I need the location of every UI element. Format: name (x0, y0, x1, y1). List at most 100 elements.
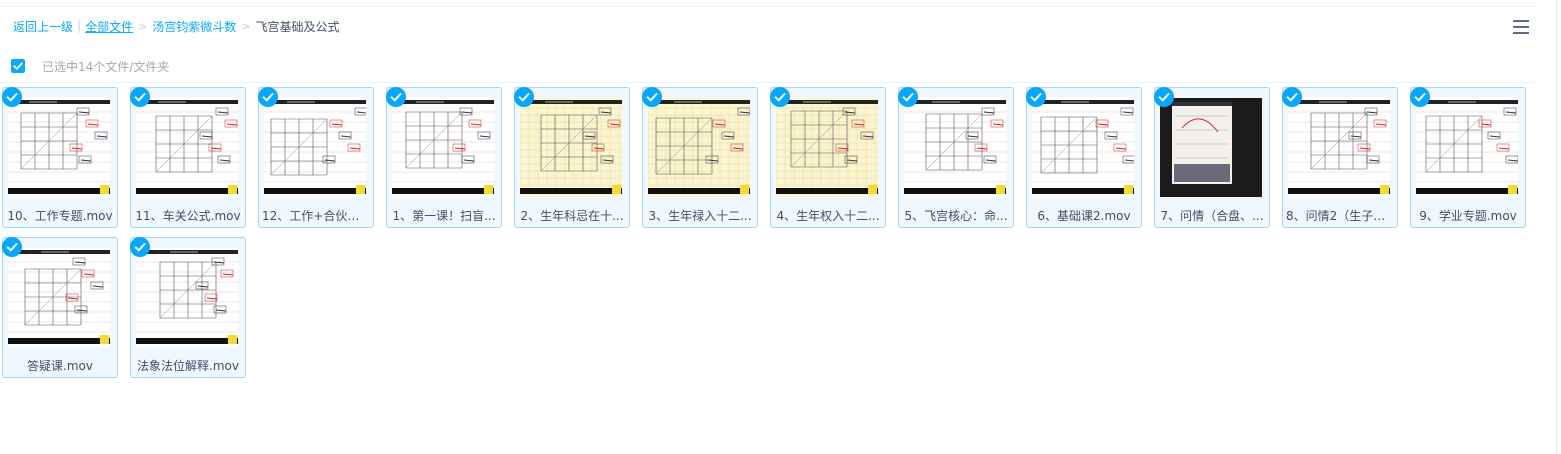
breadcrumb-separator: > (138, 19, 148, 33)
file-thumbnail (648, 98, 750, 197)
checkmark-icon (1158, 92, 1170, 102)
file-thumbnail (1032, 98, 1134, 197)
file-thumbnail (1288, 98, 1390, 197)
back-link[interactable]: 返回上一级 (13, 18, 73, 35)
file-name: 5、飞宫核心：命... (904, 209, 1008, 223)
video-thumbnail-image (136, 98, 238, 197)
video-thumbnail-image (648, 98, 750, 197)
video-thumbnail-image (264, 98, 366, 197)
file-thumbnail (776, 98, 878, 197)
file-thumbnail (136, 98, 238, 197)
video-thumbnail-image (136, 248, 238, 347)
file-select-checkbox[interactable] (898, 87, 918, 107)
file-select-checkbox[interactable] (1154, 87, 1174, 107)
file-name: 9、学业专题.mov (1419, 209, 1517, 223)
breadcrumb-parent-folder[interactable]: 汤宫钧紫微斗数 (152, 18, 236, 35)
file-browser: 返回上一级 | 全部文件 > 汤宫钧紫微斗数 > 飞宫基础及公式 已选中14个文… (0, 0, 1561, 454)
video-thumbnail-image (1416, 98, 1518, 197)
file-card[interactable]: 法象法位解释.mov (130, 237, 246, 378)
checkmark-icon (1286, 92, 1298, 102)
breadcrumb-current-folder: 飞宫基础及公式 (255, 19, 340, 34)
file-name: 7、问情（合盘、... (1160, 209, 1264, 223)
video-thumbnail-image (1160, 98, 1262, 197)
checkmark-icon (134, 92, 146, 102)
breadcrumb-all-files[interactable]: 全部文件 (85, 18, 133, 35)
checkmark-icon (518, 92, 530, 102)
file-thumbnail (1416, 98, 1518, 197)
file-card[interactable]: 答疑课.mov (2, 237, 118, 378)
file-select-checkbox[interactable] (642, 87, 662, 107)
file-select-checkbox[interactable] (1282, 87, 1302, 107)
file-select-checkbox[interactable] (258, 87, 278, 107)
checkmark-icon (6, 92, 18, 102)
checkmark-icon (902, 92, 914, 102)
file-select-checkbox[interactable] (514, 87, 534, 107)
file-name: 答疑课.mov (27, 359, 93, 373)
select-all-checkbox[interactable] (11, 59, 25, 73)
file-name: 6、基础课2.mov (1037, 209, 1131, 223)
video-thumbnail-image (1288, 98, 1390, 197)
file-card[interactable]: 10、工作专题.mov (2, 87, 118, 228)
file-card[interactable]: 9、学业专题.mov (1410, 87, 1526, 228)
file-thumbnail (1160, 98, 1262, 197)
file-card[interactable]: 7、问情（合盘、... (1154, 87, 1270, 228)
checkmark-icon (646, 92, 658, 102)
video-thumbnail-image (904, 98, 1006, 197)
file-card[interactable]: 3、生年禄入十二... (642, 87, 758, 228)
selection-divider (0, 82, 1535, 83)
breadcrumb-separator: > (241, 19, 251, 33)
checkmark-icon (390, 92, 402, 102)
file-name: 12、工作+合伙分... (262, 209, 370, 223)
file-card[interactable]: 6、基础课2.mov (1026, 87, 1142, 228)
checkmark-icon (1030, 92, 1042, 102)
checkmark-icon (13, 62, 23, 70)
file-card[interactable]: 1、第一课！扫盲... (386, 87, 502, 228)
file-card[interactable]: 11、车关公式.mov (130, 87, 246, 228)
checkmark-icon (6, 242, 18, 252)
file-select-checkbox[interactable] (1410, 87, 1430, 107)
file-select-checkbox[interactable] (2, 87, 22, 107)
checkmark-icon (262, 92, 274, 102)
video-thumbnail-image (8, 98, 110, 197)
checkmark-icon (774, 92, 786, 102)
file-select-checkbox[interactable] (130, 237, 150, 257)
file-select-checkbox[interactable] (1026, 87, 1046, 107)
top-divider (0, 6, 1535, 7)
file-thumbnail (520, 98, 622, 197)
breadcrumb: 返回上一级 | 全部文件 > 汤宫钧紫微斗数 > 飞宫基础及公式 (13, 17, 340, 35)
file-card[interactable]: 2、生年科忌在十... (514, 87, 630, 228)
file-thumbnail (8, 248, 110, 347)
selection-count-text: 已选中14个文件/文件夹 (42, 59, 170, 74)
video-thumbnail-image (1032, 98, 1134, 197)
file-thumbnail (8, 98, 110, 197)
checkmark-icon (134, 242, 146, 252)
file-name: 法象法位解释.mov (137, 359, 239, 373)
video-thumbnail-image (520, 98, 622, 197)
file-select-checkbox[interactable] (770, 87, 790, 107)
file-card[interactable]: 8、问情2（生子、... (1282, 87, 1398, 228)
file-name: 10、工作专题.mov (7, 209, 113, 223)
checkmark-icon (1414, 92, 1426, 102)
hamburger-menu-icon[interactable] (1512, 19, 1530, 35)
selection-bar: 已选中14个文件/文件夹 (11, 58, 169, 74)
video-thumbnail-image (392, 98, 494, 197)
file-card[interactable]: 5、飞宫核心：命... (898, 87, 1014, 228)
file-select-checkbox[interactable] (2, 237, 22, 257)
file-select-checkbox[interactable] (386, 87, 406, 107)
video-thumbnail-image (776, 98, 878, 197)
file-thumbnail (904, 98, 1006, 197)
breadcrumb-pipe: | (77, 19, 82, 33)
scrollbar-track[interactable] (1556, 0, 1557, 454)
file-name: 3、生年禄入十二... (648, 209, 752, 223)
file-select-checkbox[interactable] (130, 87, 150, 107)
video-thumbnail-image (8, 248, 110, 347)
file-card[interactable]: 12、工作+合伙分... (258, 87, 374, 228)
file-thumbnail (392, 98, 494, 197)
file-name: 11、车关公式.mov (135, 209, 241, 223)
file-name: 8、问情2（生子、... (1286, 209, 1394, 223)
file-card[interactable]: 4、生年权入十二... (770, 87, 886, 228)
file-thumbnail (264, 98, 366, 197)
file-thumbnail (136, 248, 238, 347)
file-name: 4、生年权入十二... (776, 209, 880, 223)
file-name: 2、生年科忌在十... (520, 209, 624, 223)
